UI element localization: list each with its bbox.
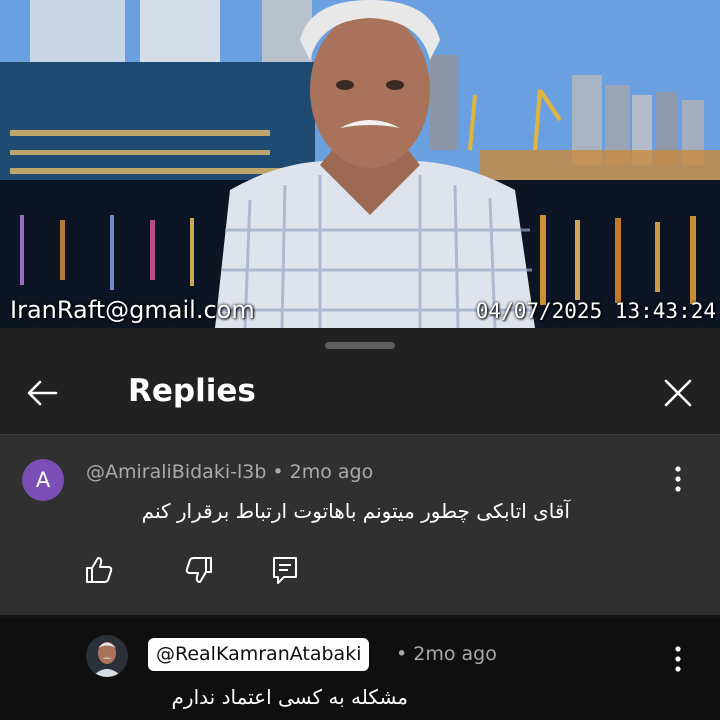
video-player[interactable]: IranRaft@gmail.com 04/07/2025 13:43:24 (0, 0, 720, 328)
meta-separator: • (272, 461, 284, 483)
meta-separator: • (396, 643, 408, 665)
reply-meta: • 2mo ago (396, 643, 497, 665)
replies-sheet: Replies A @AmiraliBidaki-l3b • 2mo ago آقا… (0, 328, 720, 720)
close-icon (664, 379, 692, 407)
thumbs-up-icon (86, 557, 113, 583)
avatar-photo (86, 635, 128, 677)
reply-avatar[interactable] (86, 635, 128, 677)
reply-author-chip[interactable]: @RealKamranAtabaki (148, 638, 370, 671)
dislike-button[interactable] (182, 553, 216, 587)
comment-text: آقای اتابکی چطور میتونم باهاتوت ارتباط ب… (141, 499, 570, 523)
reply-item: @RealKamranAtabaki • 2mo ago مشکله به کس… (0, 617, 720, 720)
reply-time: 2mo ago (413, 643, 497, 665)
more-vert-icon (675, 646, 681, 672)
more-vert-icon (675, 466, 681, 492)
reply-menu-button[interactable] (664, 641, 692, 677)
thumbs-down-icon (185, 557, 212, 583)
close-button[interactable] (656, 371, 700, 415)
parent-comment: A @AmiraliBidaki-l3b • 2mo ago آقای اتابکی… (0, 435, 720, 615)
comment-menu-button[interactable] (664, 461, 692, 497)
arrow-left-icon (27, 380, 58, 406)
video-frame (0, 0, 720, 328)
back-button[interactable] (22, 371, 66, 415)
sheet-header: Replies (0, 356, 720, 434)
drag-handle[interactable] (325, 342, 395, 349)
comment-time: 2mo ago (289, 461, 374, 483)
video-timestamp: 04/07/2025 13:43:24 (475, 299, 716, 323)
reply-button[interactable] (268, 553, 302, 587)
avatar[interactable]: A (22, 459, 64, 501)
comment-meta: @AmiraliBidaki-l3b • 2mo ago (86, 461, 373, 483)
sheet-title: Replies (128, 373, 256, 409)
comment-author[interactable]: @AmiraliBidaki-l3b (86, 461, 266, 483)
reply-text: مشکله به کسی اعتماد ندارم (171, 685, 408, 709)
video-watermark: IranRaft@gmail.com (10, 296, 255, 324)
reply-icon (273, 557, 297, 584)
like-button[interactable] (82, 553, 116, 587)
